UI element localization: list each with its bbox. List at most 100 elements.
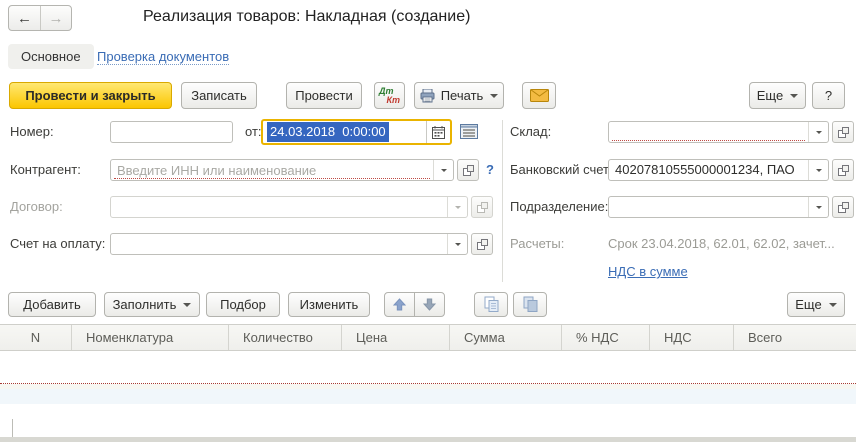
document-window: ← → Реализация товаров: Накладная (созда… [0, 0, 856, 442]
required-marker [612, 140, 805, 141]
chevron-down-icon [816, 169, 822, 175]
caret-down-icon [829, 303, 837, 311]
contract-open-button [471, 196, 493, 218]
arrow-up-icon [393, 298, 406, 311]
required-marker [114, 178, 430, 179]
number-label: Номер: [10, 121, 54, 143]
window-bottom-bar [0, 437, 856, 442]
col-vat-percent[interactable]: % НДС [562, 325, 650, 350]
warehouse-field[interactable] [608, 121, 829, 143]
open-icon [838, 127, 849, 138]
payment-invoice-open-button[interactable] [471, 233, 493, 255]
warehouse-label: Склад: [510, 121, 551, 143]
col-total[interactable]: Всего [734, 325, 856, 350]
tab-main[interactable]: Основное [8, 44, 94, 69]
nav-history-group: ← → [8, 5, 72, 31]
contract-dropdown-button [447, 197, 467, 217]
chevron-down-icon [441, 169, 447, 175]
back-button[interactable]: ← [9, 6, 40, 30]
help-button[interactable]: ? [812, 82, 845, 109]
col-sum[interactable]: Сумма [450, 325, 562, 350]
col-price[interactable]: Цена [342, 325, 450, 350]
contract-field [110, 196, 468, 218]
payment-invoice-field[interactable] [110, 233, 468, 255]
items-more-label: Еще [795, 297, 821, 312]
chevron-down-icon [455, 206, 461, 212]
bank-account-dropdown-button[interactable] [808, 160, 828, 180]
payment-invoice-label: Счет на оплату: [10, 233, 105, 255]
counterparty-dropdown-button[interactable] [433, 160, 453, 180]
subordination-structure-button[interactable] [459, 123, 479, 140]
department-dropdown-button[interactable] [808, 197, 828, 217]
department-field[interactable] [608, 196, 829, 218]
post-and-close-button[interactable]: Провести и закрыть [9, 82, 172, 109]
mail-button[interactable] [522, 82, 556, 109]
col-nomenclature[interactable]: Номенклатура [72, 325, 229, 350]
post-button[interactable]: Провести [286, 82, 362, 109]
warehouse-dropdown-button[interactable] [808, 122, 828, 142]
settlements-value[interactable]: Срок 23.04.2018, 62.01, 62.02, зачет... [608, 233, 852, 255]
dtkt-button[interactable]: Дт Кт [374, 82, 405, 109]
list-icon [459, 123, 479, 140]
form-splitter[interactable] [502, 120, 503, 282]
fill-button[interactable]: Заполнить [104, 292, 200, 317]
edit-button[interactable]: Изменить [288, 292, 370, 317]
contract-label: Договор: [10, 196, 63, 218]
counterparty-label: Контрагент: [10, 159, 81, 181]
counterparty-input[interactable] [117, 160, 427, 180]
dtkt-icon: Дт Кт [375, 83, 404, 108]
date-from-label: от: [245, 121, 262, 143]
printer-icon [420, 89, 435, 103]
caret-down-icon [790, 94, 798, 102]
chevron-down-icon [816, 206, 822, 212]
items-more-button[interactable]: Еще [787, 292, 845, 317]
calendar-button[interactable] [426, 121, 450, 143]
caret-down-icon [490, 94, 498, 102]
number-field[interactable] [110, 121, 233, 143]
tab-check-documents[interactable]: Проверка документов [97, 49, 229, 65]
counterparty-open-button[interactable] [457, 159, 479, 181]
chevron-down-icon [816, 131, 822, 137]
paste-button[interactable] [513, 292, 547, 317]
pick-button[interactable]: Подбор [206, 292, 280, 317]
department-open-button[interactable] [832, 196, 854, 218]
open-icon [838, 202, 849, 213]
calendar-icon [432, 126, 445, 139]
bottom-divider [12, 419, 13, 437]
open-icon [838, 165, 849, 176]
forward-button[interactable]: → [40, 6, 71, 30]
settlements-label: Расчеты: [510, 233, 564, 255]
col-vat[interactable]: НДС [650, 325, 734, 350]
payment-invoice-dropdown-button[interactable] [447, 234, 467, 254]
fill-label: Заполнить [113, 297, 177, 312]
number-input[interactable] [117, 122, 226, 142]
items-table-header: N Номенклатура Количество Цена Сумма % Н… [0, 324, 856, 351]
caret-down-icon [183, 303, 191, 311]
move-up-button[interactable] [384, 292, 415, 317]
envelope-icon [530, 89, 549, 102]
counterparty-help-link[interactable]: ? [486, 162, 494, 177]
col-quantity[interactable]: Количество [229, 325, 342, 350]
more-button[interactable]: Еще [749, 82, 806, 109]
open-icon [477, 202, 488, 213]
paste-icon [522, 296, 539, 313]
date-field[interactable]: 24.03.2018 0:00:00 [261, 119, 452, 145]
counterparty-field[interactable] [110, 159, 454, 181]
chevron-down-icon [455, 243, 461, 249]
date-value-selected: 24.03.2018 0:00:00 [267, 122, 389, 142]
move-down-button[interactable] [414, 292, 445, 317]
bank-account-field[interactable]: 40207810555000001234, ПАО [608, 159, 829, 181]
write-button[interactable]: Записать [181, 82, 257, 109]
warehouse-open-button[interactable] [832, 121, 854, 143]
vat-in-total-link[interactable]: НДС в сумме [608, 264, 688, 279]
col-n[interactable]: N [0, 325, 72, 350]
bank-account-value: 40207810555000001234, ПАО [609, 160, 808, 180]
more-label: Еще [757, 88, 783, 103]
copy-icon [483, 296, 500, 313]
print-label: Печать [441, 88, 484, 103]
open-icon [463, 165, 474, 176]
copy-button[interactable] [474, 292, 508, 317]
print-button[interactable]: Печать [414, 82, 504, 109]
add-row-button[interactable]: Добавить [8, 292, 96, 317]
bank-account-open-button[interactable] [832, 159, 854, 181]
